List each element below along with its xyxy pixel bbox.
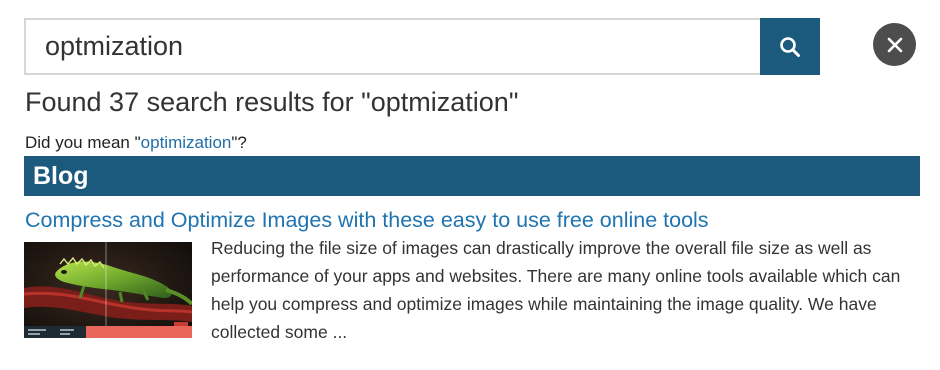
- search-button[interactable]: [760, 18, 820, 75]
- did-you-mean: Did you mean "optimization"?: [25, 132, 247, 154]
- search-input[interactable]: [24, 18, 760, 75]
- results-summary: Found 37 search results for "optmization…: [25, 87, 519, 117]
- result-title-link[interactable]: Compress and Optimize Images with these …: [25, 206, 709, 234]
- result-snippet: Reducing the file size of images can dra…: [211, 238, 901, 342]
- close-icon: [887, 37, 902, 52]
- did-you-mean-suffix: "?: [231, 133, 247, 152]
- did-you-mean-prefix: Did you mean ": [25, 133, 141, 152]
- did-you-mean-suggestion-link[interactable]: optimization: [141, 133, 232, 152]
- search-bar: [24, 18, 820, 75]
- iguana-thumbnail: [24, 242, 192, 338]
- result-thumbnail[interactable]: [24, 242, 192, 338]
- close-button[interactable]: [873, 23, 916, 66]
- section-header-blog: Blog: [24, 156, 920, 196]
- search-results-page: Found 37 search results for "optmization…: [0, 0, 940, 370]
- search-icon: [780, 36, 800, 57]
